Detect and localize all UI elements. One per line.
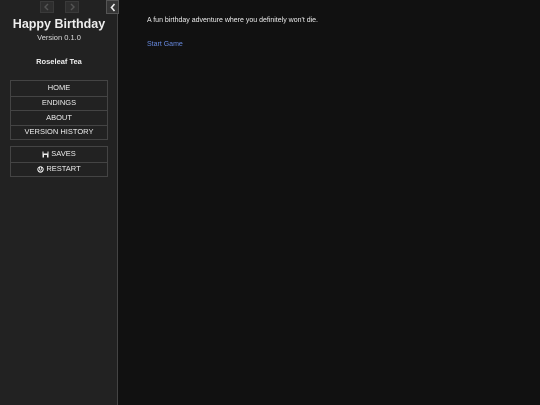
- arrow-right-icon: [70, 3, 75, 11]
- restart-label: RESTART: [46, 164, 81, 173]
- story-menu: HOME ENDINGS ABOUT VERSION HISTORY: [10, 80, 108, 140]
- saves-button[interactable]: SAVES: [11, 147, 107, 162]
- menu-item-endings[interactable]: ENDINGS: [11, 95, 107, 111]
- passage-text: A fun birthday adventure where you defin…: [147, 17, 318, 24]
- restart-button[interactable]: RESTART: [11, 161, 107, 177]
- core-menu: SAVES RESTART: [10, 146, 108, 177]
- story-title: Happy Birthday: [12, 17, 106, 31]
- story-author: Roseleaf Tea: [36, 57, 82, 66]
- menu-item-label: VERSION HISTORY: [24, 127, 94, 136]
- menu-item-about[interactable]: ABOUT: [11, 110, 107, 125]
- history-controls: [40, 1, 79, 13]
- menu-item-home[interactable]: HOME: [11, 81, 107, 96]
- story-version: Version 0.1.0: [37, 33, 81, 42]
- start-game-link[interactable]: Start Game: [147, 41, 183, 48]
- history-forward-button[interactable]: [65, 1, 79, 13]
- saves-label: SAVES: [51, 149, 76, 158]
- menu-item-label: ENDINGS: [41, 98, 77, 107]
- ui-sidebar: Happy Birthday Version 0.1.0 Roseleaf Te…: [0, 0, 119, 405]
- menu-item-label: ABOUT: [46, 112, 72, 122]
- chevron-left-icon: [109, 2, 115, 12]
- history-backward-button[interactable]: [40, 1, 54, 13]
- save-icon: [42, 151, 49, 158]
- menu-item-version-history[interactable]: VERSION HISTORY: [11, 124, 107, 140]
- arrow-left-icon: [44, 3, 49, 11]
- sidebar-toggle-button[interactable]: [106, 0, 119, 14]
- menu-item-label: HOME: [47, 83, 71, 92]
- restart-icon: [37, 166, 45, 173]
